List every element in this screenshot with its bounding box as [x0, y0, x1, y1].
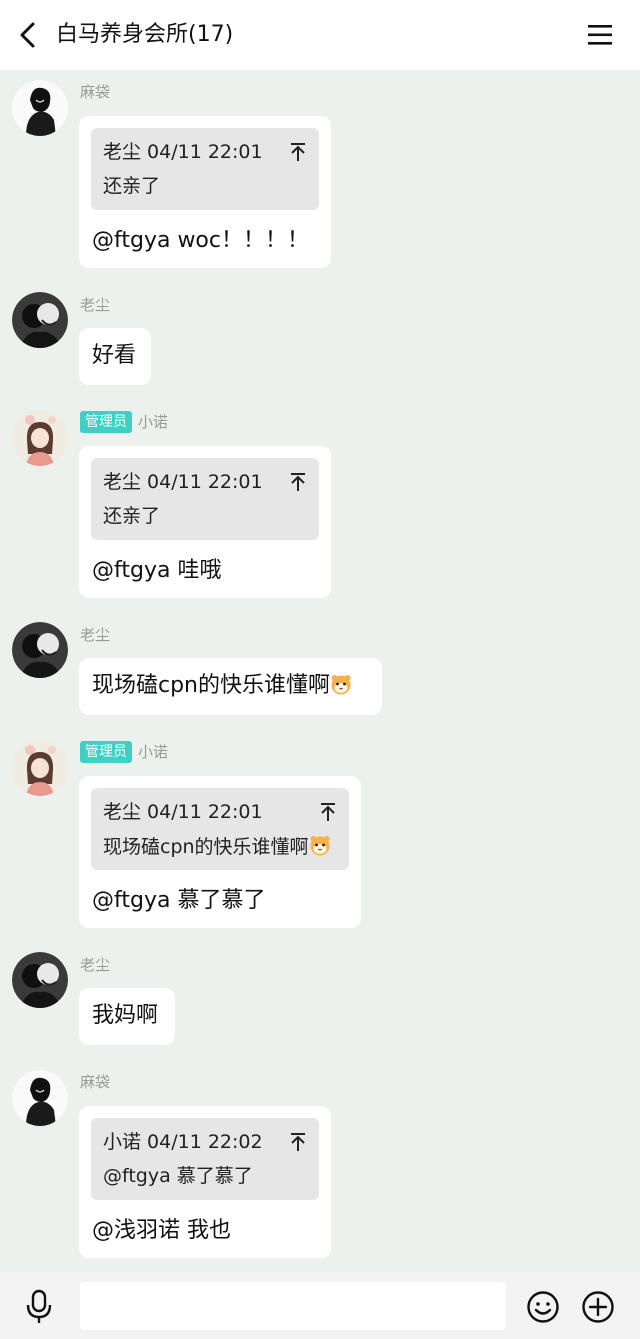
admin-badge: 管理员 — [80, 411, 132, 433]
message-meta: 麻袋 — [80, 1071, 110, 1093]
message-meta: 老尘 — [80, 954, 110, 976]
quote-text: 还亲了 — [103, 175, 161, 197]
quote-text: @ftgya 慕了慕了 — [103, 1165, 253, 1187]
message-bubble[interactable]: 我妈啊 — [79, 988, 175, 1045]
quoted-message[interactable]: 老尘 04/11 22:01 还亲了 — [91, 458, 319, 540]
hamster-emoji — [330, 673, 352, 695]
message-text: @ftgya woc！！！！ — [92, 228, 309, 253]
jump-to-top-icon[interactable] — [319, 802, 337, 822]
sender-name: 麻袋 — [80, 1073, 111, 1091]
sender-name: 老尘 — [80, 626, 111, 644]
avatar[interactable] — [12, 622, 68, 678]
message-text: 我妈啊 — [92, 1003, 159, 1028]
chat-title: 白马养身会所(17) — [56, 22, 234, 47]
smile-icon[interactable] — [526, 1290, 560, 1324]
jump-to-top-icon[interactable] — [289, 142, 307, 162]
sender-name: 麻袋 — [80, 83, 111, 101]
message-meta: 麻袋 — [80, 81, 110, 103]
message-bubble[interactable]: 老尘 04/11 22:01 现场磕cpn的快乐谁懂啊 @ftgya 慕了慕了 — [79, 776, 361, 928]
avatar[interactable] — [12, 952, 68, 1008]
sender-name: 小诺 — [138, 743, 169, 761]
sender-name: 老尘 — [80, 956, 111, 974]
message-text: @ftgya 哇哦 — [92, 558, 222, 583]
plus-circle-icon[interactable] — [581, 1290, 615, 1324]
message-meta: 管理员 小诺 — [80, 411, 168, 433]
quote-author: 老尘 04/11 22:01 — [103, 471, 263, 493]
quoted-message[interactable]: 小诺 04/11 22:02 @ftgya 慕了慕了 — [91, 1118, 319, 1200]
quoted-message[interactable]: 老尘 04/11 22:01 还亲了 — [91, 128, 319, 210]
avatar[interactable] — [12, 292, 68, 348]
message-bubble[interactable]: 好看 — [79, 328, 151, 385]
message-text: @ftgya 慕了慕了 — [92, 888, 266, 913]
sender-name: 小诺 — [138, 413, 169, 431]
avatar[interactable] — [12, 80, 68, 136]
chevron-left-icon[interactable] — [14, 20, 42, 50]
quote-author: 小诺 04/11 22:02 — [103, 1131, 263, 1153]
quote-text: 现场磕cpn的快乐谁懂啊 — [103, 834, 331, 859]
message-input[interactable] — [80, 1282, 506, 1330]
avatar[interactable] — [12, 740, 68, 796]
chat-messages[interactable]: 麻袋 老尘 04/11 22:01 还亲了 @ftgya woc！！！！ 老尘 … — [0, 70, 640, 1273]
message-meta: 管理员 小诺 — [80, 741, 168, 763]
jump-to-top-icon[interactable] — [289, 1132, 307, 1152]
quote-author: 老尘 04/11 22:01 — [103, 141, 263, 163]
admin-badge: 管理员 — [80, 741, 132, 763]
message-bubble[interactable]: 现场磕cpn的快乐谁懂啊 — [79, 658, 382, 715]
sender-name: 老尘 — [80, 296, 111, 314]
quoted-message[interactable]: 老尘 04/11 22:01 现场磕cpn的快乐谁懂啊 — [91, 788, 349, 870]
message-text: 好看 — [92, 343, 137, 368]
microphone-icon[interactable] — [24, 1289, 54, 1325]
quote-text: 还亲了 — [103, 505, 161, 527]
hamburger-icon[interactable] — [586, 22, 616, 48]
hamster-emoji — [309, 834, 331, 856]
avatar[interactable] — [12, 410, 68, 466]
quote-author: 老尘 04/11 22:01 — [103, 801, 263, 823]
chat-header: 白马养身会所(17) — [0, 0, 640, 70]
message-text: 现场磕cpn的快乐谁懂啊 — [92, 671, 352, 701]
jump-to-top-icon[interactable] — [289, 472, 307, 492]
message-meta: 老尘 — [80, 294, 110, 316]
input-bar — [0, 1273, 640, 1339]
message-bubble[interactable]: 小诺 04/11 22:02 @ftgya 慕了慕了 @浅羽诺 我也 — [79, 1106, 331, 1258]
avatar[interactable] — [12, 1070, 68, 1126]
message-text: @浅羽诺 我也 — [92, 1218, 231, 1243]
message-bubble[interactable]: 老尘 04/11 22:01 还亲了 @ftgya 哇哦 — [79, 446, 331, 598]
quote-text-content: 现场磕cpn的快乐谁懂啊 — [103, 836, 309, 858]
message-bubble[interactable]: 老尘 04/11 22:01 还亲了 @ftgya woc！！！！ — [79, 116, 331, 268]
message-text-content: 现场磕cpn的快乐谁懂啊 — [92, 673, 331, 698]
message-meta: 老尘 — [80, 624, 110, 646]
